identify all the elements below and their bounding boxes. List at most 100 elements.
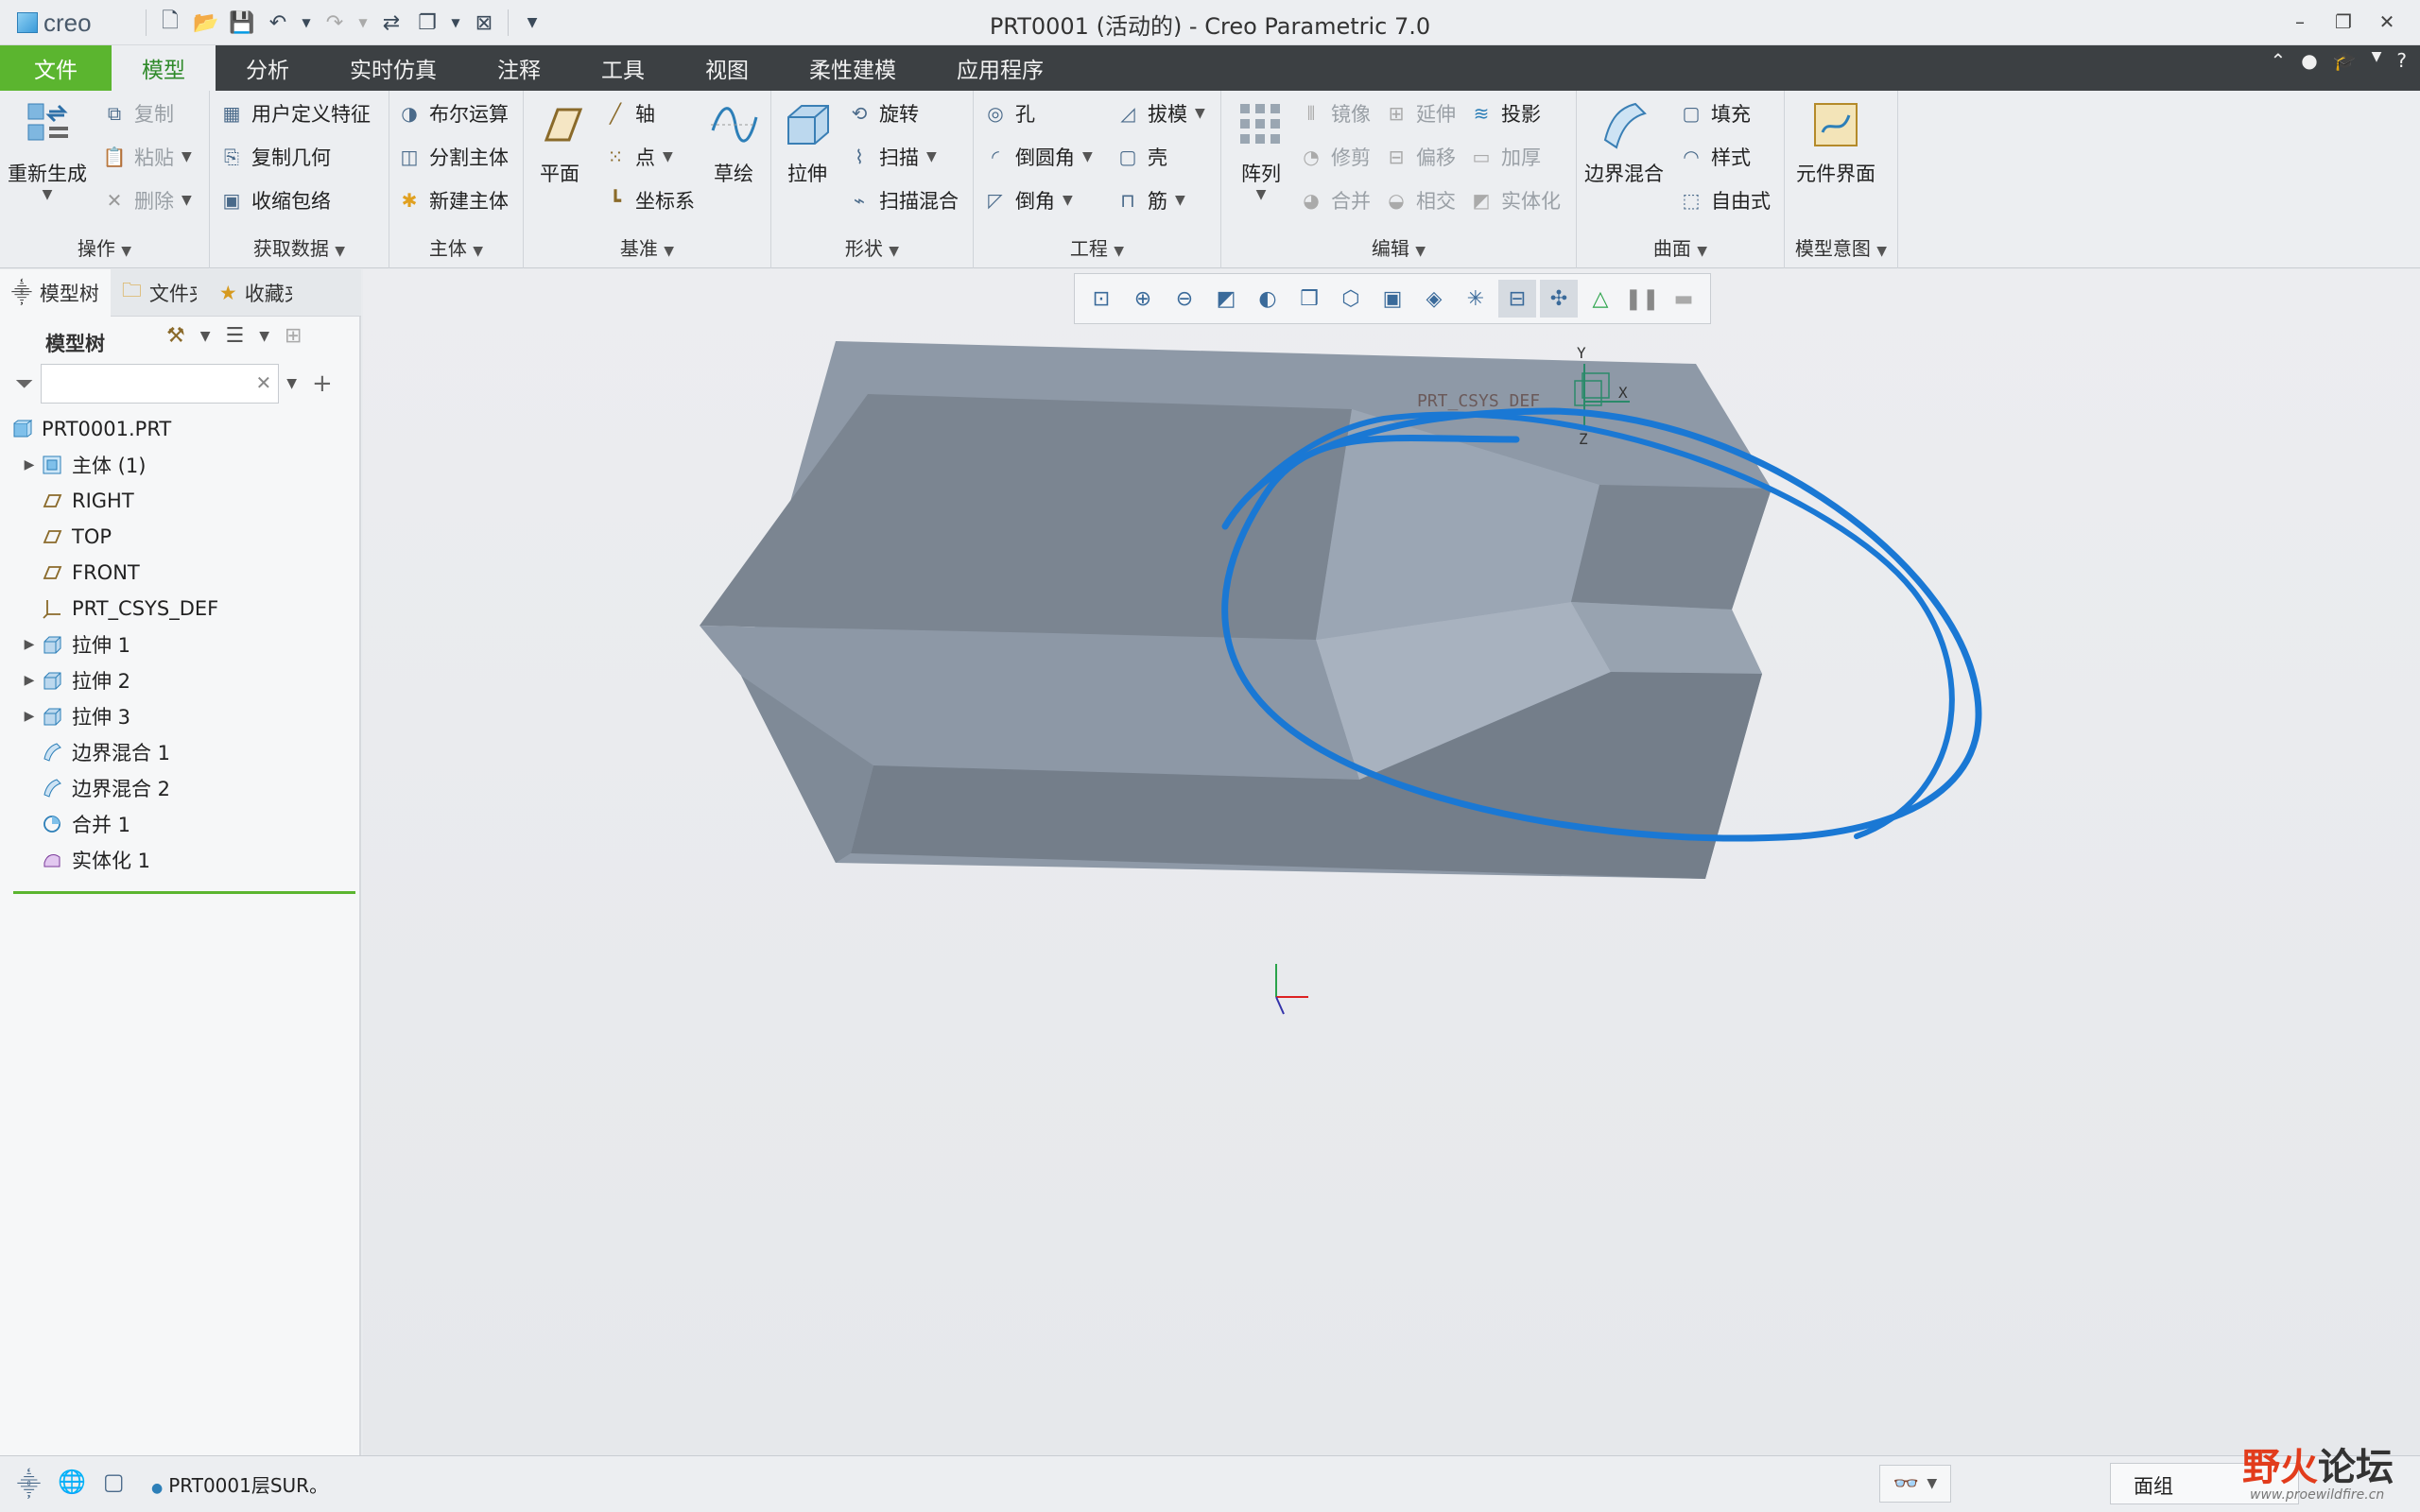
tab-applications[interactable]: 应用程序 bbox=[926, 45, 1074, 91]
draft-dropdown-icon[interactable]: ▼ bbox=[1195, 106, 1205, 121]
project-button[interactable]: ≋ 投影 bbox=[1469, 96, 1541, 130]
revolve-button[interactable]: ⟲ 旋转 bbox=[847, 96, 919, 130]
close-icon[interactable]: ✕ bbox=[2367, 6, 2407, 38]
tab-view[interactable]: 视图 bbox=[675, 45, 779, 91]
fill-button[interactable]: ▢ 填充 bbox=[1679, 96, 1751, 130]
boolean-button[interactable]: ◑ 布尔运算 bbox=[397, 96, 509, 130]
tree-settings-icon[interactable]: ⚒ bbox=[166, 324, 185, 348]
tab-annotate[interactable]: 注释 bbox=[467, 45, 571, 91]
minimize-icon[interactable]: – bbox=[2280, 6, 2320, 38]
playback-icon[interactable]: ▬ bbox=[1665, 280, 1703, 318]
tab-model[interactable]: 模型 bbox=[112, 45, 216, 91]
tree-item[interactable]: ▶ 拉伸 3 bbox=[0, 698, 361, 734]
zoom-out-icon[interactable]: ⊖ bbox=[1166, 280, 1203, 318]
save-icon[interactable]: 💾 bbox=[226, 7, 258, 39]
draft-button[interactable]: ◿ 拔模 ▼ bbox=[1115, 96, 1205, 130]
trim-button[interactable]: ◔ 修剪 bbox=[1299, 140, 1371, 174]
regenerate-small-icon[interactable]: ⇄ bbox=[375, 7, 407, 39]
swept-blend-button[interactable]: ⌁ 扫描混合 bbox=[847, 183, 959, 217]
view-manager-icon[interactable]: ⬡ bbox=[1332, 280, 1370, 318]
undo-icon[interactable]: ↶ bbox=[262, 7, 294, 39]
pattern-dropdown-icon[interactable]: ▼ bbox=[1256, 187, 1267, 202]
expand-arrow-icon[interactable]: ▶ bbox=[19, 637, 40, 652]
csys-button[interactable]: ┗ 坐标系 bbox=[603, 183, 695, 217]
group-label-datum[interactable]: 基准 ▼ bbox=[524, 233, 770, 261]
saved-orientations-icon[interactable]: ❒ bbox=[1290, 280, 1328, 318]
expand-arrow-icon[interactable]: ▶ bbox=[19, 709, 40, 724]
zoom-in-icon[interactable]: ⊕ bbox=[1124, 280, 1162, 318]
extrude-button[interactable]: 拉伸 bbox=[781, 98, 834, 187]
tree-insert-indicator[interactable] bbox=[13, 891, 355, 894]
udf-button[interactable]: ▦ 用户定义特征 bbox=[219, 96, 371, 130]
tree-settings-dropdown-icon[interactable]: ▼ bbox=[200, 329, 211, 344]
repaint-icon[interactable]: ◩ bbox=[1207, 280, 1245, 318]
tab-live-simulation[interactable]: 实时仿真 bbox=[320, 45, 467, 91]
annotation-display-icon[interactable]: ⊟ bbox=[1498, 280, 1536, 318]
display-style-icon[interactable]: ◐ bbox=[1249, 280, 1287, 318]
tree-item[interactable]: 边界混合 2 bbox=[0, 770, 361, 806]
search-dropdown-icon[interactable]: ▼ bbox=[286, 376, 297, 391]
refit-icon[interactable]: ⊡ bbox=[1082, 280, 1120, 318]
shrinkwrap-button[interactable]: ▣ 收缩包络 bbox=[219, 183, 331, 217]
find-button[interactable]: 👓 ▼ bbox=[1879, 1465, 1951, 1503]
search-help-icon[interactable]: ● bbox=[2301, 49, 2317, 72]
expand-arrow-icon[interactable]: ▶ bbox=[19, 673, 40, 688]
paste-dropdown-icon[interactable]: ▼ bbox=[182, 149, 192, 164]
delete-button[interactable]: ✕ 删除 ▼ bbox=[102, 183, 192, 217]
plane-button[interactable]: 平面 bbox=[533, 98, 586, 187]
model-graphics[interactable]: PRT_CSYS_DEF Y X Z bbox=[363, 269, 2420, 1455]
point-dropdown-icon[interactable]: ▼ bbox=[663, 149, 673, 164]
new-file-icon[interactable]: 🗋 bbox=[154, 7, 186, 39]
help-dropdown-icon[interactable]: ▼ bbox=[2372, 49, 2382, 72]
group-label-editing[interactable]: 编辑 ▼ bbox=[1221, 233, 1576, 261]
restore-icon[interactable]: ❐ bbox=[2324, 6, 2363, 38]
group-label-surfaces[interactable]: 曲面 ▼ bbox=[1577, 233, 1784, 261]
rib-dropdown-icon[interactable]: ▼ bbox=[1175, 193, 1185, 208]
pattern-button[interactable]: 阵列 ▼ bbox=[1235, 98, 1288, 202]
redo-icon[interactable]: ↷ bbox=[319, 7, 351, 39]
redo-dropdown-icon[interactable]: ▼ bbox=[354, 7, 372, 39]
pause-regeneration-icon[interactable]: ❚❚ bbox=[1623, 280, 1661, 318]
tree-item[interactable]: PRT0001.PRT bbox=[0, 411, 361, 447]
group-label-shapes[interactable]: 形状 ▼ bbox=[771, 233, 973, 261]
filter-icon[interactable]: ⏷ bbox=[15, 370, 33, 397]
offset-button[interactable]: ⊟ 偏移 bbox=[1384, 140, 1456, 174]
new-body-button[interactable]: ✱ 新建主体 bbox=[397, 183, 509, 217]
undo-dropdown-icon[interactable]: ▼ bbox=[298, 7, 315, 39]
perspective-icon[interactable]: ▣ bbox=[1374, 280, 1411, 318]
tab-model-tree[interactable]: ⸎ 模型树 bbox=[0, 269, 111, 317]
group-label-model-intent[interactable]: 模型意图 ▼ bbox=[1785, 233, 1897, 261]
expand-arrow-icon[interactable]: ▶ bbox=[19, 457, 40, 472]
round-dropdown-icon[interactable]: ▼ bbox=[1082, 149, 1093, 164]
show-browser-icon[interactable]: 🌐 bbox=[58, 1469, 86, 1500]
tree-item[interactable]: RIGHT bbox=[0, 483, 361, 519]
fullscreen-icon[interactable]: ▢ bbox=[103, 1469, 125, 1500]
show-navigator-icon[interactable]: ⸎ bbox=[17, 1469, 41, 1500]
rib-button[interactable]: ⊓ 筋 ▼ bbox=[1115, 183, 1185, 217]
freestyle-button[interactable]: ⬚ 自由式 bbox=[1679, 183, 1771, 217]
tree-item[interactable]: ▶ 拉伸 2 bbox=[0, 662, 361, 698]
shell-button[interactable]: ▢ 壳 bbox=[1115, 140, 1167, 174]
regenerate-dropdown-icon[interactable]: ▼ bbox=[43, 187, 53, 202]
customize-toolbar-icon[interactable]: ▼ bbox=[516, 7, 548, 39]
boundary-blend-button[interactable]: 边界混合 bbox=[1584, 98, 1664, 187]
datum-display-filter-icon[interactable]: ✳ bbox=[1457, 280, 1495, 318]
close-window-icon[interactable]: ⊠ bbox=[468, 7, 500, 39]
extend-button[interactable]: ⊞ 延伸 bbox=[1384, 96, 1456, 130]
sweep-dropdown-icon[interactable]: ▼ bbox=[926, 149, 937, 164]
delete-dropdown-icon[interactable]: ▼ bbox=[182, 193, 192, 208]
merge-button[interactable]: ◕ 合并 bbox=[1299, 183, 1371, 217]
tab-flexible-modeling[interactable]: 柔性建模 bbox=[779, 45, 926, 91]
copy-button[interactable]: ⧉ 复制 bbox=[102, 96, 174, 130]
mirror-button[interactable]: ⫴ 镜像 bbox=[1299, 96, 1371, 130]
hole-button[interactable]: ◎ 孔 bbox=[983, 96, 1035, 130]
regenerate-button[interactable]: 重新生成 ▼ bbox=[8, 98, 87, 202]
style-button[interactable]: ◠ 样式 bbox=[1679, 140, 1751, 174]
graphics-viewport[interactable]: PRT_CSYS_DEF Y X Z bbox=[363, 269, 2420, 1455]
spin-center-toggle-icon[interactable]: ✣ bbox=[1540, 280, 1578, 318]
tree-item[interactable]: PRT_CSYS_DEF bbox=[0, 591, 361, 627]
tree-filter-layers-icon[interactable]: ⊞ bbox=[285, 324, 302, 348]
collapse-ribbon-icon[interactable]: ⌃ bbox=[2270, 49, 2286, 72]
chamfer-dropdown-icon[interactable]: ▼ bbox=[1063, 193, 1073, 208]
tree-item[interactable]: ▶ 主体 (1) bbox=[0, 447, 361, 483]
